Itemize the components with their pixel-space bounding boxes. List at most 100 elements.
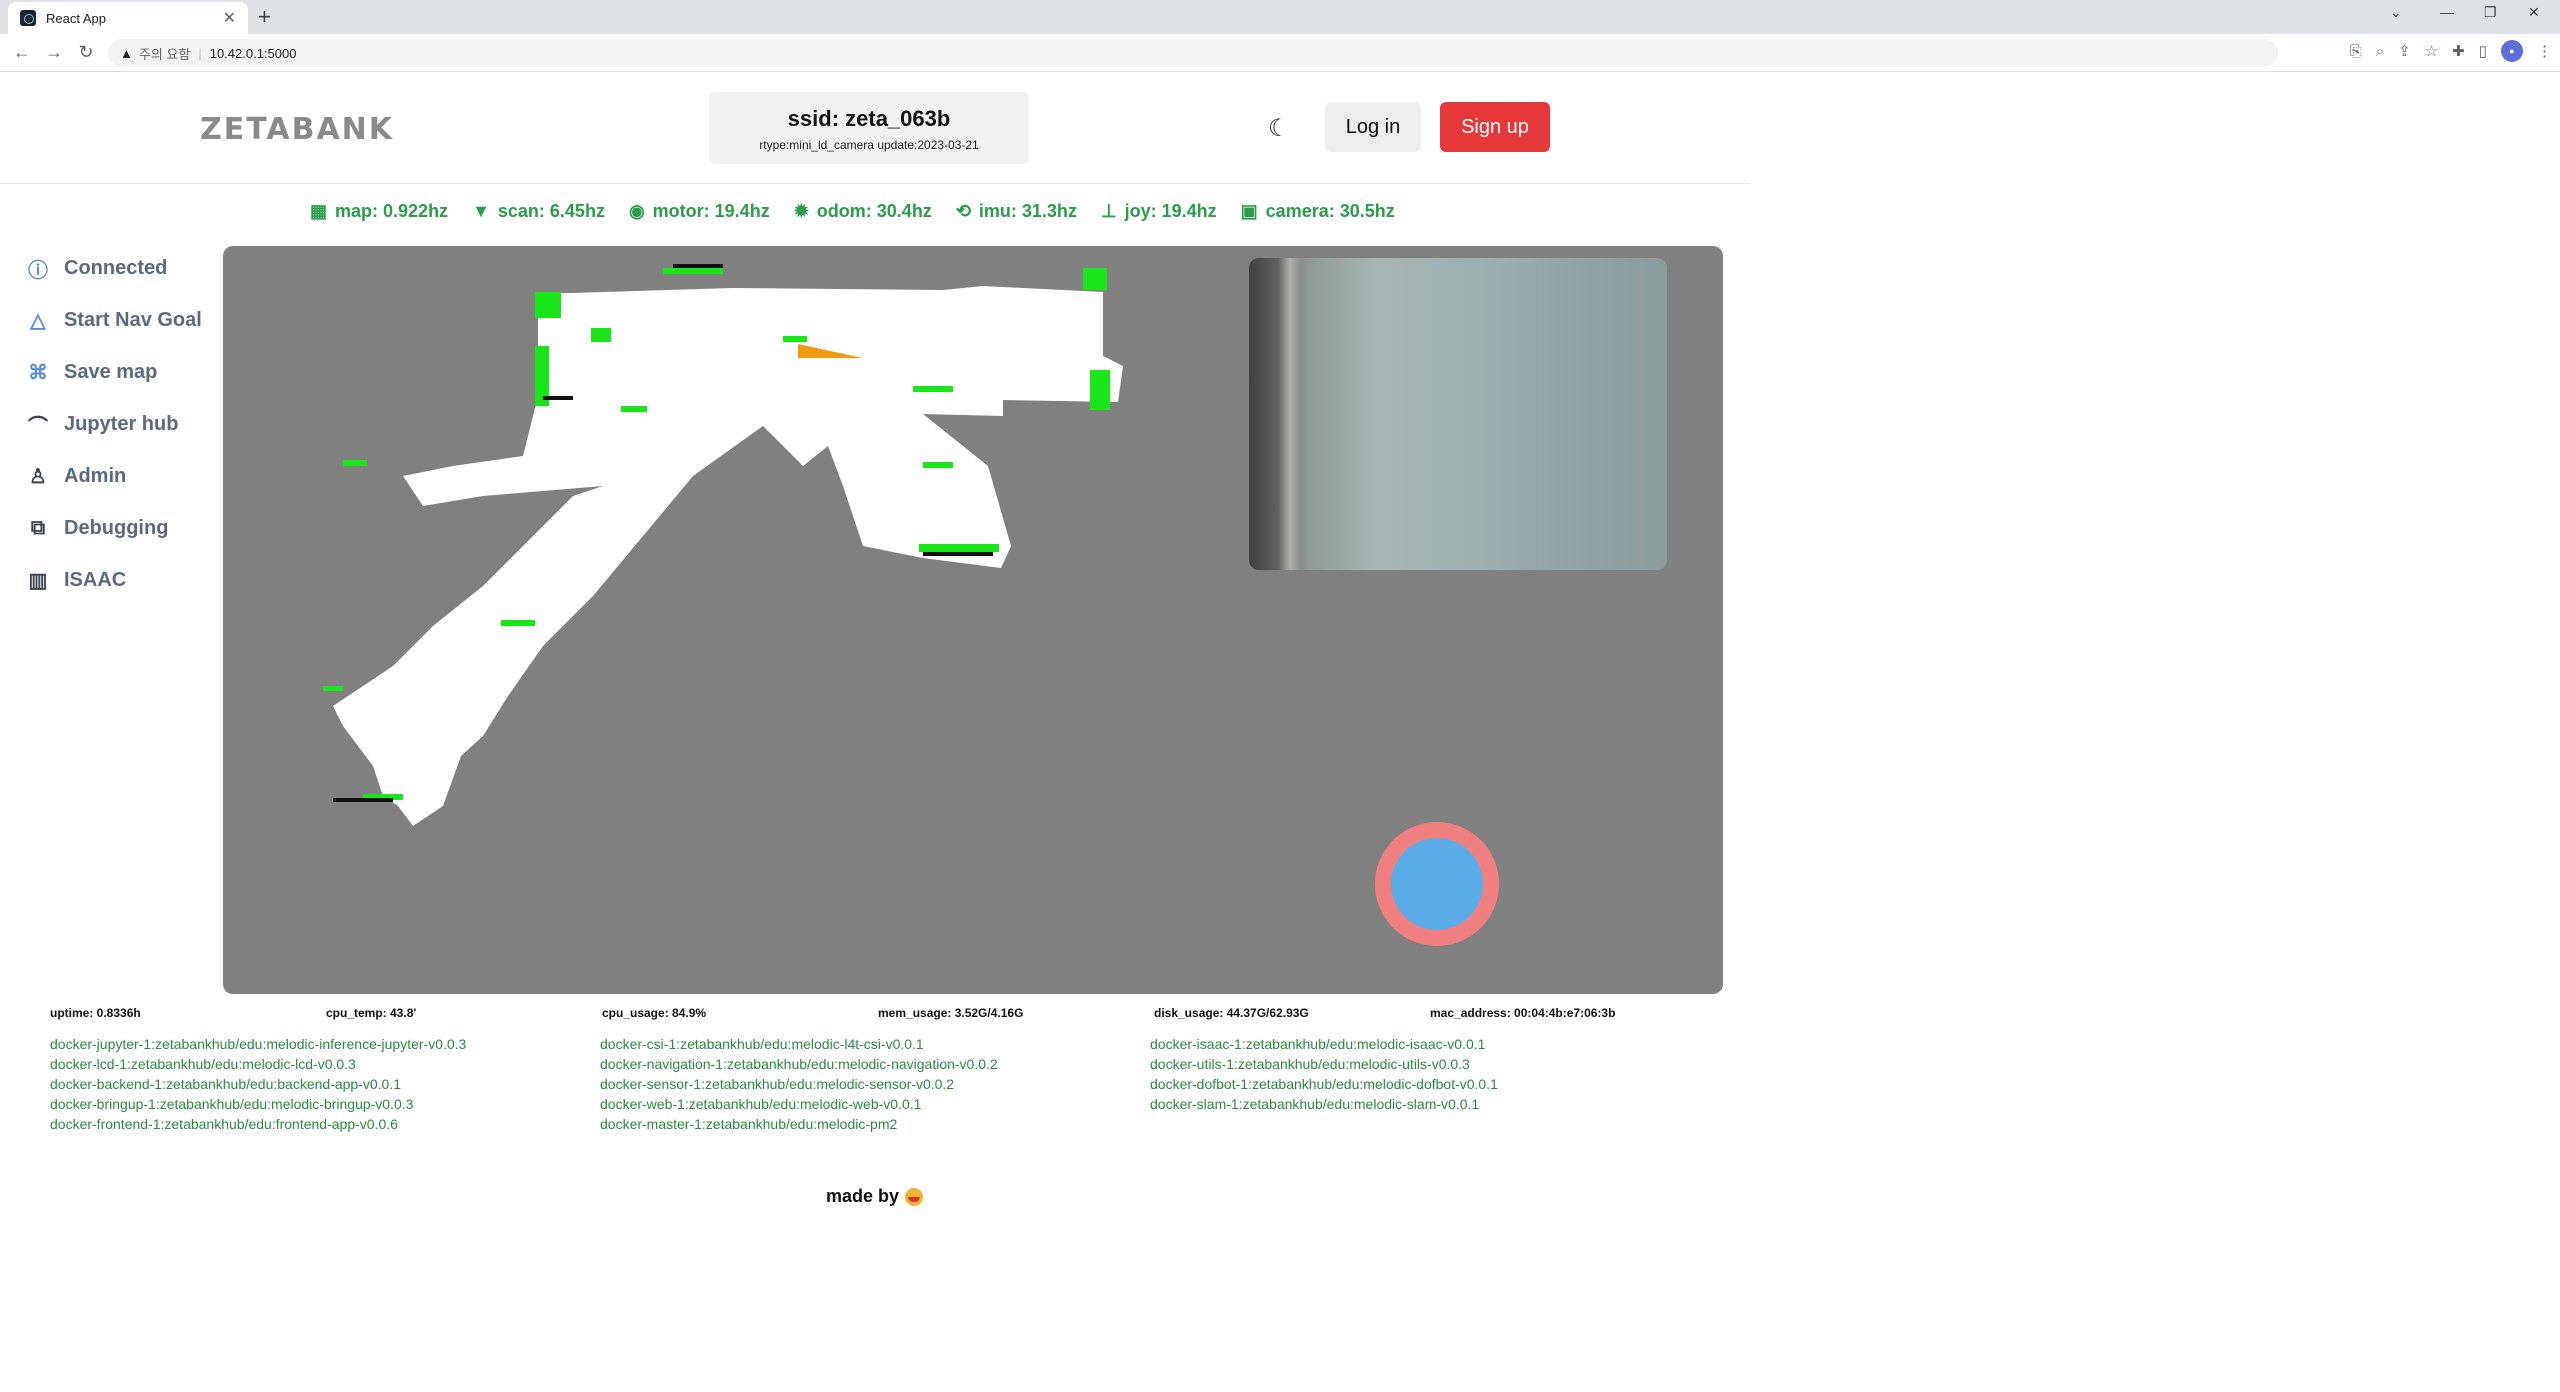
close-window-icon[interactable]: ✕ [2528,4,2540,21]
chart-icon: ▥ [28,569,48,592]
docker-column-2: docker-csi-1:zetabankhub/edu:melodic-l4t… [600,1034,1150,1134]
map-obstacle [919,544,999,552]
docker-item: docker-utils-1:zetabankhub/edu:melodic-u… [1150,1056,1470,1072]
wifi-icon: ▼ [472,200,490,221]
docker-item: docker-csi-1:zetabankhub/edu:melodic-l4t… [600,1036,924,1052]
docker-item: docker-navigation-1:zetabankhub/edu:melo… [600,1056,998,1072]
sidebar: ⓘ Connected △ Start Nav Goal ⌘ Save map ⌒ Ju… [24,242,214,606]
robot-viewer-panel[interactable] [223,246,1723,994]
docker-item: docker-frontend-1:zetabankhub/edu:fronte… [50,1116,398,1132]
close-tab-icon[interactable]: ✕ [223,8,236,28]
navigation-icon: △ [30,309,46,332]
sidebar-item-connected[interactable]: ⓘ Connected [24,242,214,294]
menu-icon[interactable]: ⋮ [2537,42,2552,60]
map-obstacle [1090,370,1110,410]
docker-column-3: docker-isaac-1:zetabankhub/edu:melodic-i… [1150,1034,1700,1134]
map-obstacle [783,336,807,342]
rate-label: map: 0.922hz [335,200,449,221]
bookmark-star-icon[interactable]: ☆ [2425,42,2438,60]
zetabank-logo[interactable]: ZETABANK [200,112,394,147]
address-bar[interactable]: ▲ 주의 요함 | 10.42.0.1:5000 [108,39,2278,67]
docker-item: docker-jupyter-1:zetabankhub/edu:melodic… [50,1036,467,1052]
sidebar-item-label: Save map [64,360,158,383]
rate-label: imu: 31.3hz [978,200,1077,221]
stat-mem-usage: mem_usage: 3.52G/4.16G [878,1006,1024,1020]
tab-search-icon[interactable]: ⌄ [2390,4,2402,21]
docker-item: docker-master-1:zetabankhub/edu:melodic-… [600,1116,898,1132]
login-button[interactable]: Log in [1325,102,1421,152]
profile-avatar-icon[interactable]: ● [2501,40,2523,62]
share-icon[interactable]: ⇪ [2398,42,2411,60]
translate-icon[interactable]: ⎘ [2350,43,2362,60]
stat-uptime: uptime: 0.8336h [50,1006,141,1020]
dark-mode-moon-icon[interactable]: ☾ [1268,114,1290,143]
map-occupied [673,264,723,268]
docker-item: docker-bringup-1:zetabankhub/edu:melodic… [50,1096,414,1112]
sidebar-item-debugging[interactable]: ⧉ Debugging [24,502,214,554]
rate-motor: ◉ motor: 19.4hz [629,201,770,222]
forward-icon[interactable]: → [38,42,70,63]
sidebar-item-admin[interactable]: ♙ Admin [24,450,214,502]
imu-icon: ⟲ [955,200,971,221]
joystick-icon: ⊥ [1100,200,1117,221]
ssid-subtitle: rtype:mini_ld_camera update:2023-03-21 [759,138,979,152]
system-stats: uptime: 0.8336h cpu_temp: 43.8' cpu_usag… [50,1006,1710,1020]
extensions-icon[interactable]: ✚ [2452,42,2465,60]
rate-joy: ⊥ joy: 19.4hz [1101,201,1217,222]
stat-mac-address: mac_address: 00:04:4b:e7:06:3b [1430,1006,1616,1020]
jupyter-icon: ⌒ [28,415,48,438]
rate-label: joy: 19.4hz [1124,200,1217,221]
restore-icon[interactable]: ❐ [2484,4,2497,21]
topic-rates: ▦ map: 0.922hz ▼ scan: 6.45hz ◉ motor: 19.4… [310,196,1395,226]
zoom-icon[interactable]: ⌕ [2376,43,2384,60]
new-tab-icon[interactable]: + [258,4,271,30]
rate-label: camera: 30.5hz [1265,200,1395,221]
docker-item: docker-sensor-1:zetabankhub/edu:melodic-… [600,1076,955,1092]
ssid-title: ssid: zeta_063b [787,106,951,131]
back-icon[interactable]: ← [6,42,38,63]
docker-item: docker-lcd-1:zetabankhub/edu:melodic-lcd… [50,1056,356,1072]
docker-column-1: docker-jupyter-1:zetabankhub/edu:melodic… [50,1034,600,1134]
map-obstacle [343,460,367,466]
map-obstacle [621,406,647,412]
sidebar-item-start-nav-goal[interactable]: △ Start Nav Goal [24,294,214,346]
sidepanel-icon[interactable]: ▯ [2479,42,2487,60]
docker-container-list: docker-jupyter-1:zetabankhub/edu:melodic… [50,1034,1700,1134]
app-header: ZETABANK ssid: zeta_063b rtype:mini_ld_c… [0,72,1750,184]
address-separator: | [198,45,202,61]
browser-tabbar: React App ✕ + ⌄ — ❐ ✕ [0,0,2560,34]
sidebar-item-save-map[interactable]: ⌘ Save map [24,346,214,398]
stat-cpu-usage: cpu_usage: 84.9% [602,1006,707,1020]
map-obstacle [501,620,535,626]
rate-camera: ▣ camera: 30.5hz [1241,201,1395,222]
rate-map: ▦ map: 0.922hz [310,201,448,222]
camera-feed [1249,258,1667,570]
map-free-space [333,286,1123,826]
map-obstacle [323,686,343,691]
sidebar-item-label: Start Nav Goal [64,308,202,331]
joystick-knob[interactable] [1391,838,1483,930]
reload-icon[interactable]: ↻ [70,42,102,63]
debug-icon: ⧉ [30,516,46,539]
security-warning: 주의 요함 [138,46,191,62]
grid-icon: ▦ [310,200,328,221]
camera-icon: ▣ [1240,200,1258,221]
sidebar-item-jupyter-hub[interactable]: ⌒ Jupyter hub [24,398,214,450]
signup-button[interactable]: Sign up [1440,102,1550,152]
sidebar-item-label: ISAAC [64,568,127,591]
emoji-face-icon [905,1187,924,1206]
browser-toolbar: ← → ↻ ▲ 주의 요함 | 10.42.0.1:5000 ⎘ ⌕ ⇪ ☆ ✚… [0,34,2560,72]
bolt-icon: ⓘ [28,259,48,282]
map-obstacle [535,292,561,318]
docker-item: docker-backend-1:zetabankhub/edu:backend… [50,1076,402,1092]
sidebar-item-isaac[interactable]: ▥ ISAAC [24,554,214,606]
sidebar-item-label: Jupyter hub [64,412,179,435]
sidebar-item-label: Debugging [64,516,169,539]
minimize-icon[interactable]: — [2440,4,2454,20]
map-icon: ⌘ [28,361,48,384]
browser-tab[interactable]: React App ✕ [8,2,248,34]
rate-odom: ✹ odom: 30.4hz [794,201,932,222]
ssid-box: ssid: zeta_063b rtype:mini_ld_camera upd… [709,92,1029,164]
sidebar-item-label: Connected [64,256,168,279]
tab-title: React App [46,10,106,26]
